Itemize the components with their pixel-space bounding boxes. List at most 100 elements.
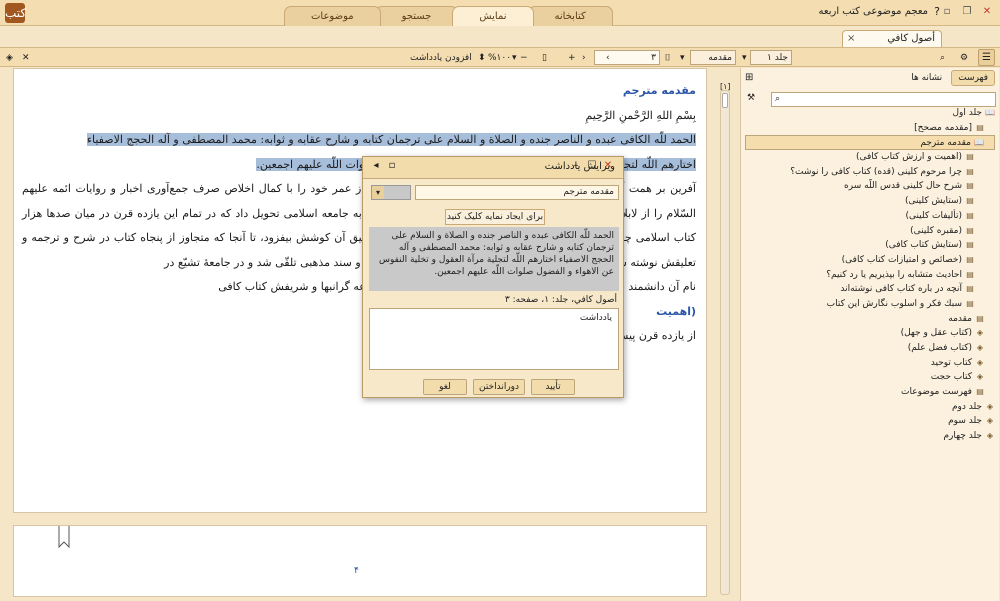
add-note-button[interactable]: افزودن یادداشت <box>410 50 472 66</box>
next-page-icon[interactable]: › <box>582 50 586 66</box>
restore-icon[interactable]: ❐ <box>960 5 974 19</box>
toc-item[interactable]: ▤ مقدمه <box>745 312 995 327</box>
toc-item-label: فهرست موضوعات <box>900 387 972 398</box>
prev-page-icon[interactable]: ‹ <box>606 50 610 66</box>
dialog-minimize-2-icon[interactable]: – <box>569 160 583 171</box>
toc-item[interactable]: ◈ كتاب حجت <box>745 370 995 385</box>
tree-options-icon[interactable]: ⚒ <box>747 93 755 103</box>
toc-item[interactable]: ▤ (ستايش كلينى) <box>745 194 995 209</box>
page-footer-pane: ۴ <box>13 525 707 597</box>
dialog-close-icon[interactable]: ✕ <box>601 160 615 171</box>
bookmark-icon[interactable]: ⌷ <box>665 50 670 66</box>
zoom-out-icon[interactable]: ⬍ <box>478 50 486 66</box>
chevron-down-icon[interactable]: ▾ <box>372 186 384 199</box>
bookmark-ribbon-icon[interactable] <box>58 526 70 548</box>
dialog-restore-icon[interactable]: ☐ <box>585 160 599 171</box>
toc-item[interactable]: ▤ چرا مرحوم كلينى (قده) كتاب كافى را نوشت… <box>745 165 995 180</box>
volume-select[interactable]: جلد ۱ <box>750 50 792 65</box>
toc-item[interactable]: ▤ [مقدمه مصحح] <box>745 121 995 136</box>
toc-item[interactable]: ▤ شرح حال كلينى قدس اللّه سره <box>745 179 995 194</box>
page-input[interactable]: ۳ <box>594 50 660 65</box>
dialog-help-icon[interactable]: ◂ <box>369 160 383 171</box>
tab-contents[interactable]: فهرست <box>951 70 995 86</box>
volume-menu-icon[interactable]: ▾ <box>742 50 747 66</box>
discard-button[interactable]: دورانداختن <box>473 379 525 395</box>
dialog-title-bar: ویرایش یادداشت ◂ ▫ ✕ ☐ – <box>363 157 623 179</box>
tab-search[interactable]: جستجو <box>374 6 459 26</box>
toc-item[interactable]: ▤ فهرست موضوعات <box>745 385 995 400</box>
page-number: ۴ <box>354 566 359 576</box>
layers-icon[interactable]: ◈ <box>6 50 13 66</box>
tab-library[interactable]: کتابخانه <box>527 6 613 26</box>
note-color-picker[interactable]: ▾ <box>371 185 411 200</box>
app-title: معجم موضوعی کتب اربعه <box>818 6 928 17</box>
folder-icon: ◈ <box>976 328 984 338</box>
zoom-level: %۱۰۰ <box>488 53 512 63</box>
toc-item-label: (ستايش كتاب كافى) <box>885 240 962 251</box>
book-icon: 📖 <box>985 108 995 117</box>
doc-icon: ▤ <box>966 284 974 294</box>
toc-item-label: (كتاب فضل علم) <box>907 343 972 353</box>
toc-item[interactable]: 📖جلد اول <box>745 106 995 121</box>
toc-item-label: مقدمه مترجم <box>920 138 971 149</box>
toc-item-label: كتاب حجت <box>930 372 972 383</box>
toc-item[interactable]: ▤ سبك فكر و اسلوب نگارش اين كتاب <box>745 297 995 312</box>
tab-topics[interactable]: موضوعات <box>284 6 381 26</box>
toc-item[interactable]: ◈ جلد سوم <box>745 414 995 429</box>
toc-item[interactable]: ▤ احاديث متشابه را بپذيريم يا رد كنيم؟ <box>745 268 995 283</box>
toc-item-label: جلد سوم <box>948 416 982 427</box>
toc-item[interactable]: 📖مقدمه مترجم <box>745 135 995 151</box>
toc-item[interactable]: ◈ (كتاب عقل و جهل) <box>745 326 995 341</box>
scroll-thumb[interactable] <box>722 93 728 108</box>
toc-item[interactable]: ▤ (خصائص و امتيازات كتاب كافى) <box>745 253 995 268</box>
minimize-icon[interactable]: ▫ <box>940 5 954 19</box>
toc-item-label: آنچه در باره كتاب كافى نوشته‌اند <box>840 284 962 295</box>
folder-icon: ◈ <box>986 431 994 441</box>
cancel-button[interactable]: لغو <box>423 379 467 395</box>
dialog-minimize-icon[interactable]: ▫ <box>385 160 399 171</box>
zoom-menu-icon[interactable]: ▾ <box>512 50 517 66</box>
toc-item-label: (مقبره كلينى) <box>910 225 962 236</box>
toc-item[interactable]: ▤ (تأليفات كلينى) <box>745 209 995 224</box>
book-tab-close-icon[interactable]: × <box>847 31 855 47</box>
search-icon[interactable]: ⌕ <box>940 50 945 66</box>
toc-item[interactable]: ▤ (ستايش كتاب كافى) <box>745 238 995 253</box>
folder-icon: ◈ <box>976 357 984 367</box>
create-index-button[interactable]: برای ایجاد نمایه کلیک کنید <box>445 209 545 225</box>
toc-item[interactable]: ▤ (مقبره كلينى) <box>745 224 995 239</box>
toc-item[interactable]: ◈ جلد دوم <box>745 400 995 415</box>
book-tab[interactable]: أصول کافي × <box>842 30 942 47</box>
tab-bookmarks[interactable]: نشانه ها <box>904 70 949 86</box>
close-icon[interactable]: ✕ <box>980 5 994 19</box>
section-select[interactable]: مقدمه <box>690 50 736 65</box>
list-icon[interactable]: ☰ <box>978 49 995 66</box>
toc-item[interactable]: ▤ آنچه در باره كتاب كافى نوشته‌اند <box>745 282 995 297</box>
toc-item-label: احاديث متشابه را بپذيريم يا رد كنيم؟ <box>826 269 962 280</box>
doc-heading: مقدمه مترجم <box>622 84 696 97</box>
toc-item[interactable]: ◈ (كتاب فضل علم) <box>745 341 995 356</box>
toolbar: ◈ ✕ افزودن یادداشت ⬍ %۱۰۰ ▾ − ▯ + › ۳ ‹ … <box>0 47 1000 67</box>
toc-search-icon[interactable]: ⌕ <box>775 94 780 104</box>
tab-view[interactable]: نمایش <box>452 6 534 26</box>
panel-collapse-icon[interactable]: ⊞ <box>745 72 753 83</box>
book-icon: 📖 <box>974 138 984 148</box>
note-category-select[interactable]: مقدمه مترجم <box>415 185 619 200</box>
zoom-plus-icon[interactable]: + <box>568 50 576 66</box>
zoom-slider[interactable]: ▯ <box>542 50 547 66</box>
toc-search-input[interactable] <box>771 92 996 107</box>
gear-icon[interactable]: ⚙ <box>960 50 968 66</box>
toc-item-label: سبك فكر و اسلوب نگارش اين كتاب <box>826 298 962 309</box>
note-textarea[interactable]: یادداشت <box>369 308 619 370</box>
document-scrollbar[interactable] <box>720 90 730 595</box>
zoom-minus-icon[interactable]: − <box>520 50 528 66</box>
toc-item-label: چرا مرحوم كلينى (قده) كتاب كافى را نوشت؟ <box>790 166 962 177</box>
section-menu-icon[interactable]: ▾ <box>680 50 685 66</box>
toc-item[interactable]: ▤ (اهميت و ارزش كتاب كافى) <box>745 150 995 165</box>
toc-item[interactable]: ◈ كتاب توحيد <box>745 356 995 371</box>
toc-item[interactable]: ◈ جلد چهارم <box>745 429 995 444</box>
doc-icon: ▤ <box>966 210 974 220</box>
toc-item-label: (تأليفات كلينى) <box>905 210 962 221</box>
highlighted-text-1[interactable]: الحمد للّه الكافى عبده و الناصر جنده و ا… <box>86 133 696 146</box>
confirm-button[interactable]: تأیید <box>531 379 575 395</box>
fullscreen-icon[interactable]: ✕ <box>22 50 30 66</box>
